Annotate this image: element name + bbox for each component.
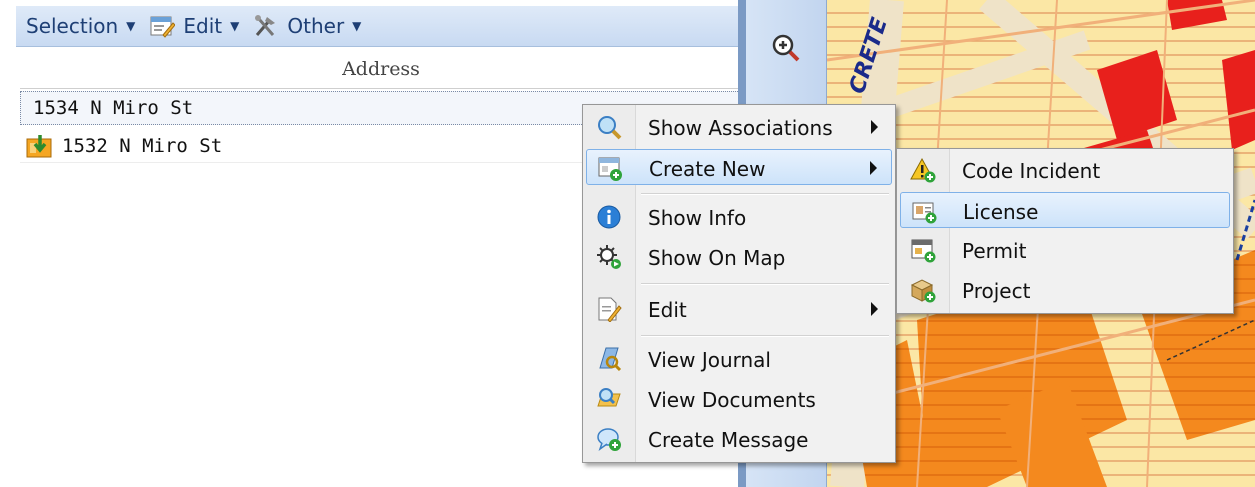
menu-item-label: Create New bbox=[649, 157, 766, 181]
journal-icon bbox=[599, 347, 622, 372]
selection-dropdown-button[interactable]: Selection ▼ bbox=[26, 14, 135, 38]
submenu-arrow-icon bbox=[871, 120, 878, 134]
zoom-in-icon[interactable] bbox=[770, 32, 802, 64]
chevron-down-icon: ▼ bbox=[126, 19, 136, 33]
address-column-header[interactable]: Address bbox=[20, 50, 742, 89]
menu-item-show-on-map[interactable]: Show On Map bbox=[586, 239, 892, 275]
menu-item-label: Show On Map bbox=[648, 246, 786, 270]
edit-dropdown-button[interactable]: Edit ▼ bbox=[183, 14, 239, 38]
message-add-icon bbox=[597, 428, 621, 451]
address-cell: 1532 N Miro St bbox=[62, 134, 223, 157]
menu-item-show-associations[interactable]: Show Associations bbox=[586, 109, 892, 145]
menu-item-label: Project bbox=[962, 279, 1031, 303]
edit-form-icon bbox=[150, 16, 176, 38]
menu-item-edit[interactable]: Edit bbox=[586, 291, 892, 327]
menu-item-view-journal[interactable]: View Journal bbox=[586, 341, 892, 377]
submenu-item-project[interactable]: Project bbox=[900, 272, 1230, 308]
other-label: Other bbox=[287, 14, 345, 38]
submenu-item-code-incident[interactable]: Code Incident bbox=[900, 152, 1230, 188]
create-new-submenu: Code Incident License Permit Project bbox=[896, 148, 1234, 314]
menu-item-label: Edit bbox=[648, 298, 687, 322]
address-column-label: Address bbox=[342, 58, 420, 80]
edit-label: Edit bbox=[183, 14, 223, 38]
menu-item-label: Create Message bbox=[648, 428, 809, 452]
license-add-icon bbox=[912, 202, 937, 224]
panel-toolbar: Selection ▼ Edit ▼ Other ▼ bbox=[16, 6, 744, 47]
menu-separator bbox=[641, 193, 889, 195]
address-cell: 1534 N Miro St bbox=[33, 97, 194, 119]
info-icon bbox=[597, 205, 621, 229]
menu-separator bbox=[641, 283, 889, 285]
warning-add-icon bbox=[910, 157, 936, 183]
selection-label: Selection bbox=[26, 14, 119, 38]
submenu-item-license[interactable]: License bbox=[900, 192, 1230, 228]
menu-item-label: View Journal bbox=[648, 348, 771, 372]
menu-item-label: Code Incident bbox=[962, 159, 1101, 183]
menu-item-create-message[interactable]: Create Message bbox=[586, 421, 892, 457]
menu-item-label: Show Associations bbox=[648, 116, 833, 140]
menu-item-label: Permit bbox=[962, 239, 1027, 263]
menu-item-label: View Documents bbox=[648, 388, 816, 412]
submenu-arrow-icon bbox=[871, 302, 878, 316]
tools-icon bbox=[255, 15, 276, 36]
permit-add-icon bbox=[911, 239, 936, 263]
menu-item-view-documents[interactable]: View Documents bbox=[586, 381, 892, 417]
edit-document-icon bbox=[598, 297, 622, 322]
chevron-down-icon: ▼ bbox=[230, 19, 240, 33]
map-locate-icon bbox=[597, 245, 621, 269]
chevron-down-icon: ▼ bbox=[352, 19, 362, 33]
menu-item-label: Show Info bbox=[648, 206, 747, 230]
project-add-icon bbox=[910, 279, 936, 303]
property-icon bbox=[26, 134, 52, 157]
documents-icon bbox=[597, 388, 621, 407]
submenu-arrow-icon bbox=[870, 161, 877, 175]
menu-separator bbox=[641, 335, 889, 337]
magnifier-icon bbox=[598, 116, 622, 140]
submenu-item-permit[interactable]: Permit bbox=[900, 232, 1230, 268]
other-dropdown-button[interactable]: Other ▼ bbox=[287, 14, 361, 38]
menu-item-label: License bbox=[963, 200, 1039, 224]
form-add-icon bbox=[598, 157, 622, 181]
menu-item-create-new[interactable]: Create New bbox=[586, 149, 892, 185]
menu-item-show-info[interactable]: Show Info bbox=[586, 199, 892, 235]
context-menu: Show Associations Create New Show Info S… bbox=[582, 104, 896, 463]
